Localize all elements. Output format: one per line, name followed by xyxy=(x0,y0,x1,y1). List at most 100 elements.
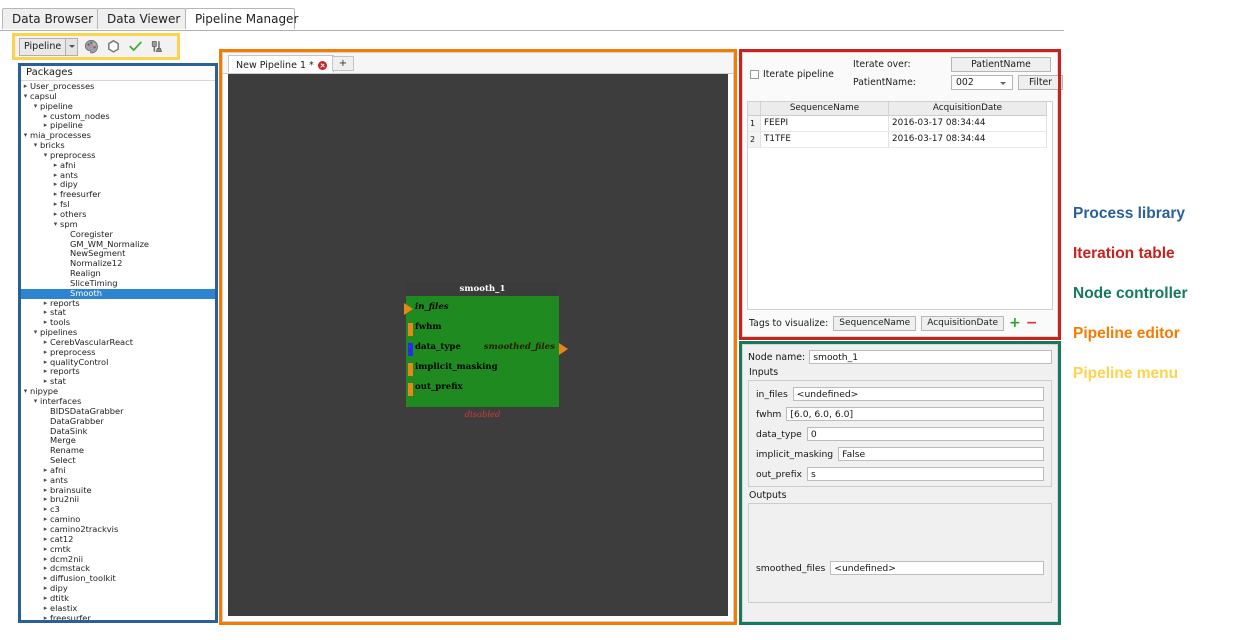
chevron-right-icon[interactable]: ▸ xyxy=(41,367,50,377)
node-input-in-files[interactable]: in_files xyxy=(404,300,559,320)
input-param-field[interactable]: False xyxy=(838,447,1044,461)
chevron-right-icon[interactable]: ▸ xyxy=(41,525,50,535)
pipeline-editor-tab[interactable]: New Pipeline 1 * xyxy=(228,55,334,73)
tree-item-freesurfer[interactable]: ▸ freesurfer xyxy=(21,613,215,620)
chevron-right-icon[interactable]: ▸ xyxy=(41,486,50,496)
chevron-down-icon[interactable]: ▾ xyxy=(21,387,30,397)
input-param-field[interactable]: [6.0, 6.0, 6.0] xyxy=(786,407,1044,421)
chevron-right-icon[interactable]: ▸ xyxy=(41,476,50,486)
table-row[interactable]: 2 T1TFE 2016-03-17 08:34:44 xyxy=(748,132,1052,148)
tree-item-others[interactable]: ▸ others xyxy=(21,209,215,220)
node-input-out-prefix[interactable]: out_prefix xyxy=(406,380,559,400)
chevron-down-icon[interactable]: ▾ xyxy=(51,220,60,230)
chevron-right-icon[interactable]: ▸ xyxy=(41,555,50,565)
iterate-pipeline-checkbox[interactable]: Iterate pipeline xyxy=(750,69,834,80)
package-tree[interactable]: ▸ User_processes ▾ capsul ▾ pipeline ▸ custom_n… xyxy=(21,81,215,620)
chevron-right-icon[interactable]: ▸ xyxy=(41,594,50,604)
output-param-input[interactable]: <undefined> xyxy=(830,561,1044,575)
tree-item-normalize12[interactable]: Normalize12 xyxy=(21,258,215,269)
chevron-right-icon[interactable]: ▸ xyxy=(41,535,50,545)
chevron-right-icon[interactable]: ▸ xyxy=(41,515,50,525)
iteration-data-grid[interactable]: SequenceName AcquisitionDate 1 FEEPI 2016-0… xyxy=(747,101,1053,310)
tag-button-acquisitiondate[interactable]: AcquisitionDate xyxy=(921,315,1005,331)
chevron-right-icon[interactable]: ▸ xyxy=(41,614,50,620)
chevron-down-icon[interactable]: ▾ xyxy=(31,397,40,407)
node-input-implicit-masking[interactable]: implicit_masking xyxy=(406,360,559,380)
tree-item-afni[interactable]: ▸ afni xyxy=(21,160,215,171)
chevron-down-icon[interactable]: ▾ xyxy=(31,102,40,112)
chevron-down-icon[interactable]: ▾ xyxy=(21,131,30,141)
input-param-field[interactable]: <undefined> xyxy=(792,387,1044,401)
chevron-right-icon[interactable]: ▸ xyxy=(41,348,50,358)
chevron-right-icon[interactable]: ▸ xyxy=(51,210,60,220)
tab-pipeline-manager[interactable]: Pipeline Manager xyxy=(185,8,298,29)
table-cell-sequencename[interactable]: T1TFE xyxy=(761,132,889,148)
tree-item-dipy[interactable]: ▸ dipy xyxy=(21,180,215,190)
input-plug[interactable] xyxy=(408,343,413,356)
chevron-right-icon[interactable]: ▸ xyxy=(41,358,50,368)
input-param-field[interactable]: 0 xyxy=(806,427,1044,441)
input-plug[interactable] xyxy=(408,383,413,396)
chevron-right-icon[interactable]: ▸ xyxy=(41,505,50,515)
add-tag-icon[interactable]: + xyxy=(1009,316,1021,330)
tree-item-preprocess[interactable]: ▾ preprocess xyxy=(21,150,215,161)
input-plug[interactable] xyxy=(408,323,413,336)
chevron-right-icon[interactable]: ▸ xyxy=(41,495,50,505)
chevron-right-icon[interactable]: ▸ xyxy=(51,161,60,171)
chevron-right-icon[interactable]: ▸ xyxy=(41,604,50,614)
node-name-input[interactable]: smooth_1 xyxy=(809,350,1052,364)
chevron-right-icon[interactable]: ▸ xyxy=(41,564,50,574)
patient-name-combo[interactable]: 002 xyxy=(951,75,1013,90)
input-plug[interactable] xyxy=(408,363,413,376)
tab-data-viewer[interactable]: Data Viewer xyxy=(97,8,186,29)
chevron-right-icon[interactable]: ▸ xyxy=(51,200,60,210)
input-param-field[interactable]: s xyxy=(806,467,1044,481)
tree-item-spm[interactable]: ▾ spm xyxy=(21,219,215,230)
chevron-right-icon[interactable]: ▸ xyxy=(41,338,50,348)
tree-item-slicetiming[interactable]: SliceTiming xyxy=(21,278,215,289)
chevron-down-icon[interactable]: ▾ xyxy=(31,328,40,338)
tree-item-ants[interactable]: ▸ ants xyxy=(21,170,215,181)
table-cell-acquisitiondate[interactable]: 2016-03-17 08:34:44 xyxy=(889,116,1047,132)
chevron-right-icon[interactable]: ▸ xyxy=(51,171,60,181)
chevron-right-icon[interactable]: ▸ xyxy=(41,308,50,318)
tab-data-browser[interactable]: Data Browser xyxy=(2,8,98,29)
chevron-right-icon[interactable]: ▸ xyxy=(21,82,30,92)
table-header-acquisitiondate[interactable]: AcquisitionDate xyxy=(889,102,1047,116)
tree-item-fsl[interactable]: ▸ fsl xyxy=(21,199,215,210)
tree-item-freesurfer[interactable]: ▸ freesurfer xyxy=(21,189,215,200)
table-cell-acquisitiondate[interactable]: 2016-03-17 08:34:44 xyxy=(889,132,1047,148)
node-hexagon-icon[interactable] xyxy=(105,38,122,55)
chevron-right-icon[interactable]: ▸ xyxy=(41,545,50,555)
chevron-right-icon[interactable]: ▸ xyxy=(41,466,50,476)
chevron-right-icon[interactable]: ▸ xyxy=(41,584,50,594)
iterate-over-tag-button[interactable]: PatientName xyxy=(951,57,1051,72)
add-pipeline-tab-button[interactable]: + xyxy=(332,56,354,71)
table-header-sequencename[interactable]: SequenceName xyxy=(761,102,889,116)
tree-item-realign[interactable]: Realign xyxy=(21,268,215,279)
chevron-right-icon[interactable]: ▸ xyxy=(41,574,50,584)
tag-button-sequencename[interactable]: SequenceName xyxy=(833,315,917,331)
remove-tag-icon[interactable]: − xyxy=(1026,316,1038,330)
close-icon[interactable] xyxy=(317,61,327,70)
pipeline-canvas[interactable]: smooth_1 in_files fwhm data_type smoothed_f… xyxy=(228,74,728,616)
node-input-fwhm[interactable]: fwhm xyxy=(406,320,559,340)
pipeline-node-smooth-1[interactable]: smooth_1 in_files fwhm data_type smoothed_f… xyxy=(404,282,568,419)
input-plug-triangle-icon[interactable] xyxy=(404,303,413,315)
chevron-right-icon[interactable]: ▸ xyxy=(51,180,60,190)
output-plug-triangle-icon[interactable] xyxy=(559,343,568,355)
palette-icon[interactable] xyxy=(83,38,100,55)
chevron-down-icon[interactable]: ▾ xyxy=(31,141,40,151)
pipeline-menu-dropdown[interactable]: Pipeline xyxy=(19,37,79,56)
initialize-tool-icon[interactable] xyxy=(149,38,166,55)
table-row[interactable]: 1 FEEPI 2016-03-17 08:34:44 xyxy=(748,116,1052,132)
checkmark-icon[interactable] xyxy=(127,38,144,55)
chevron-right-icon[interactable]: ▸ xyxy=(51,190,60,200)
table-cell-sequencename[interactable]: FEEPI xyxy=(761,116,889,132)
chevron-right-icon[interactable]: ▸ xyxy=(41,112,50,122)
filter-button[interactable]: Filter xyxy=(1018,75,1063,90)
chevron-down-icon[interactable]: ▾ xyxy=(41,151,50,161)
chevron-right-icon[interactable]: ▸ xyxy=(41,299,50,309)
chevron-down-icon[interactable]: ▾ xyxy=(21,92,30,102)
node-input-data-type[interactable]: data_type smoothed_files xyxy=(406,340,568,360)
